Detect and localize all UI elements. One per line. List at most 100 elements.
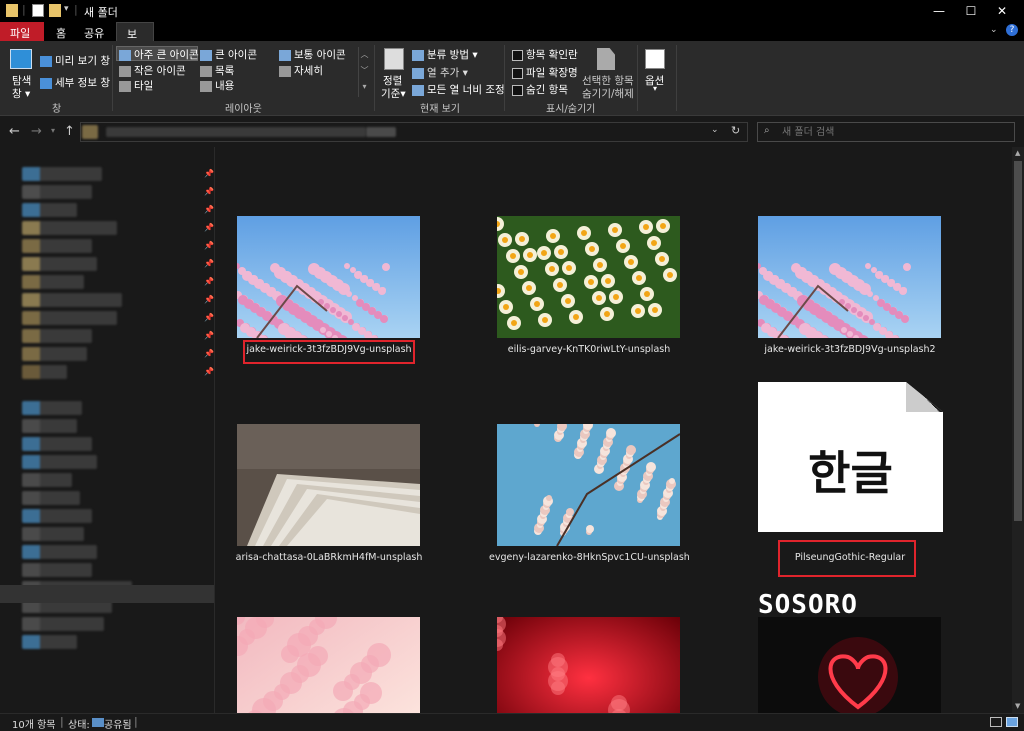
search-box[interactable]: ⌕: [757, 122, 1015, 142]
recent-dropdown-icon[interactable]: ▾: [51, 126, 55, 135]
file-view[interactable]: jake-weirick-3t3fzBDJ9Vg-unsplash eilis-g…: [216, 147, 1012, 713]
pin-icon[interactable]: 📌: [204, 277, 214, 286]
file-name-label[interactable]: evgeny-lazarenko-8HknSpvc1CU-unsplash: [489, 552, 690, 563]
tab-home[interactable]: 홈: [46, 22, 76, 41]
image-thumbnail[interactable]: [237, 424, 420, 549]
file-name-label[interactable]: jake-weirick-3t3fzBDJ9Vg-unsplash2: [750, 344, 950, 355]
image-thumbnail[interactable]: [497, 420, 681, 549]
tab-file[interactable]: 파일: [0, 22, 44, 41]
image-thumbnail[interactable]: [234, 216, 420, 351]
nav-item[interactable]: [22, 617, 104, 631]
image-thumbnail[interactable]: [488, 611, 680, 713]
status-label: 상태:: [68, 720, 90, 731]
nav-item[interactable]: [22, 203, 77, 217]
nav-item[interactable]: [22, 545, 97, 559]
file-name-label[interactable]: eilis-garvey-KnTK0riwLtY-unsplash: [489, 344, 689, 355]
layout-small-icons[interactable]: 작은 아이콘: [119, 63, 186, 78]
details-view-icon[interactable]: [990, 717, 1002, 727]
nav-item[interactable]: [22, 275, 84, 289]
image-thumbnail[interactable]: [755, 216, 941, 351]
nav-item[interactable]: [22, 365, 67, 379]
nav-item[interactable]: [22, 563, 92, 577]
scrollbar-thumb[interactable]: [1014, 161, 1022, 521]
vertical-scrollbar[interactable]: ▲ ▼: [1012, 147, 1024, 713]
image-thumbnail[interactable]: [758, 617, 941, 713]
layout-extra-large-icons[interactable]: 아주 큰 아이콘: [119, 47, 199, 62]
nav-item[interactable]: [22, 311, 117, 325]
nav-item[interactable]: [22, 185, 92, 199]
address-dropdown-icon[interactable]: ⌄: [711, 125, 719, 135]
search-input[interactable]: [782, 125, 1002, 139]
nav-item[interactable]: [22, 239, 92, 253]
pin-icon[interactable]: 📌: [204, 313, 214, 322]
item-checkboxes-toggle[interactable]: 항목 확인란: [512, 47, 578, 62]
nav-item[interactable]: [22, 293, 122, 307]
layout-list[interactable]: 목록: [200, 63, 234, 78]
nav-item[interactable]: [22, 509, 92, 523]
nav-item[interactable]: [22, 455, 97, 469]
nav-item[interactable]: [22, 401, 82, 415]
up-arrow-icon[interactable]: ↑: [64, 124, 75, 139]
layout-tiles[interactable]: 타일: [119, 78, 153, 93]
help-icon[interactable]: ?: [1006, 24, 1018, 36]
nav-item[interactable]: [22, 491, 80, 505]
nav-item[interactable]: [22, 473, 72, 487]
navigation-pane[interactable]: 📌 📌 📌 📌 📌 📌 📌 📌 📌 📌 📌 📌: [0, 147, 215, 713]
image-thumbnail[interactable]: [490, 216, 680, 341]
nav-item[interactable]: [22, 635, 77, 649]
navigation-pane-icon[interactable]: [10, 49, 32, 69]
tab-share[interactable]: 공유: [74, 22, 114, 41]
sort-by-icon: [384, 48, 404, 70]
scroll-down-icon[interactable]: ▼: [1015, 702, 1020, 710]
pin-icon[interactable]: 📌: [204, 331, 214, 340]
nav-item[interactable]: [22, 437, 92, 451]
properties-icon[interactable]: [32, 4, 44, 17]
scroll-up-icon[interactable]: ▲: [1015, 149, 1020, 157]
pin-icon[interactable]: 📌: [204, 367, 214, 376]
layout-medium-icons[interactable]: 보통 아이콘: [279, 47, 346, 62]
fit-columns-button[interactable]: 모든 열 너비 조정: [412, 82, 505, 97]
add-columns-button[interactable]: 열 추가 ▾: [412, 65, 468, 80]
nav-item[interactable]: [22, 347, 87, 361]
tab-view[interactable]: 보기: [116, 22, 154, 57]
file-extensions-toggle[interactable]: 파일 확장명: [512, 65, 578, 80]
layout-scroll-icon[interactable]: ︿ ﹀ ▾: [358, 47, 370, 97]
layout-large-icons[interactable]: 큰 아이콘: [200, 47, 257, 62]
pin-icon[interactable]: 📌: [204, 241, 214, 250]
pin-icon[interactable]: 📌: [204, 205, 214, 214]
forward-arrow-icon[interactable]: →: [31, 124, 42, 139]
quick-access-dropdown-icon[interactable]: ▾: [64, 4, 69, 14]
nav-item[interactable]: [22, 527, 84, 541]
nav-item[interactable]: [22, 329, 92, 343]
layout-content[interactable]: 내용: [200, 78, 234, 93]
collapse-ribbon-icon[interactable]: ⌄: [990, 25, 998, 35]
hidden-items-toggle[interactable]: 숨긴 항목: [512, 82, 568, 97]
selected-nav-item[interactable]: [0, 585, 214, 603]
pin-icon[interactable]: 📌: [204, 295, 214, 304]
new-folder-icon[interactable]: [49, 4, 61, 17]
options-dropdown-icon[interactable]: ▾: [653, 84, 657, 93]
pin-icon[interactable]: 📌: [204, 169, 214, 178]
pin-icon[interactable]: 📌: [204, 187, 214, 196]
nav-item[interactable]: [22, 167, 102, 181]
address-bar[interactable]: ⌄ ↻: [80, 122, 748, 142]
nav-item[interactable]: [22, 419, 77, 433]
pin-icon[interactable]: 📌: [204, 349, 214, 358]
preview-pane-button[interactable]: 미리 보기 창: [40, 53, 110, 68]
group-label-show-hide: 표시/숨기기: [546, 104, 596, 115]
nav-item[interactable]: [22, 221, 117, 235]
group-label-current-view: 현재 보기: [420, 104, 460, 115]
font-file-icon[interactable]: 한글: [758, 382, 943, 532]
file-name-label[interactable]: arisa-chattasa-0LaBRkmH4fM-unsplash: [229, 552, 429, 563]
layout-details[interactable]: 자세히: [279, 63, 323, 78]
close-button[interactable]: ✕: [979, 0, 1024, 22]
pin-icon[interactable]: 📌: [204, 259, 214, 268]
nav-item[interactable]: [22, 257, 97, 271]
refresh-icon[interactable]: ↻: [731, 124, 740, 137]
details-pane-button[interactable]: 세부 정보 창: [40, 75, 110, 90]
image-thumbnail[interactable]: [228, 607, 420, 713]
group-by-button[interactable]: 분류 방법 ▾: [412, 47, 478, 62]
large-icons-view-icon[interactable]: [1006, 717, 1018, 727]
pin-icon[interactable]: 📌: [204, 223, 214, 232]
back-arrow-icon[interactable]: ←: [9, 124, 20, 139]
